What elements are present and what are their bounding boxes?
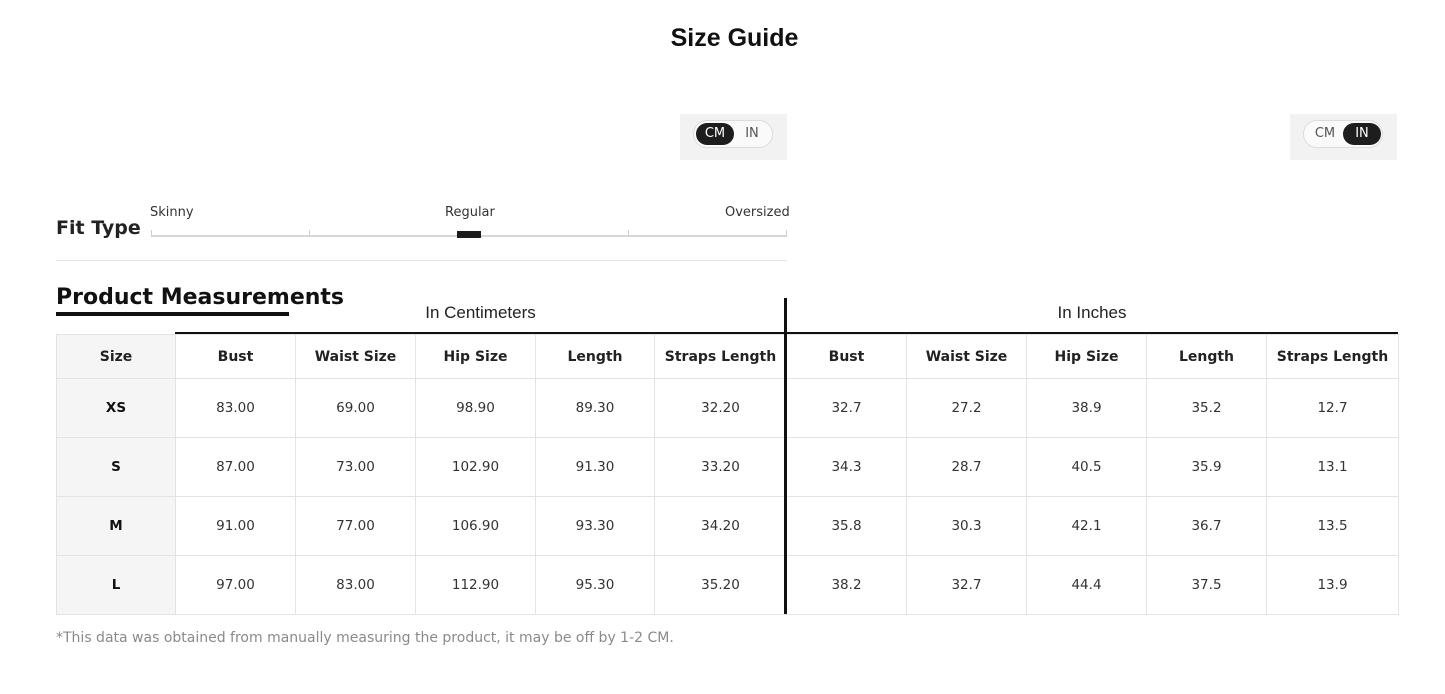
- table-cell: 73.00: [295, 437, 416, 497]
- group-label-in: In Inches: [1057, 303, 1127, 322]
- fit-type-label: Fit Type: [56, 217, 141, 239]
- table-cell: 87.00: [175, 437, 296, 497]
- table-cell: 34.20: [654, 496, 787, 556]
- table-cell: 37.5: [1146, 555, 1267, 615]
- group-label-cm: In Centimeters: [425, 303, 536, 322]
- size-cell: M: [56, 496, 176, 556]
- size-cell: L: [56, 555, 176, 615]
- fit-scale-notch: [309, 230, 310, 237]
- header-cm-hip: Hip Size: [415, 334, 536, 379]
- header-in-hip: Hip Size: [1026, 334, 1147, 379]
- header-in-straps: Straps Length: [1266, 334, 1399, 379]
- table-cell: 42.1: [1026, 496, 1147, 556]
- table-cell: 34.3: [786, 437, 907, 497]
- fit-scale-marker: [457, 231, 481, 238]
- table-cell: 102.90: [415, 437, 536, 497]
- fit-scale-notch: [786, 230, 787, 237]
- table-cell: 69.00: [295, 378, 416, 438]
- table-row: S 87.00 73.00 102.90 91.30 33.20 34.3 28…: [56, 437, 1399, 497]
- table-row: L 97.00 83.00 112.90 95.30 35.20 38.2 32…: [56, 555, 1399, 615]
- fit-scale-skinny: Skinny: [150, 205, 194, 220]
- unit-option-in[interactable]: IN: [1343, 123, 1381, 145]
- unit-toggle-pill: CM IN: [1303, 120, 1383, 148]
- table-cell: 95.30: [535, 555, 655, 615]
- divider: [56, 260, 787, 261]
- table-cell: 40.5: [1026, 437, 1147, 497]
- table-cell: 83.00: [175, 378, 296, 438]
- header-cm-waist: Waist Size: [295, 334, 416, 379]
- fit-scale-notch: [151, 230, 152, 237]
- table-cell: 32.7: [786, 378, 907, 438]
- unit-group-divider: [784, 298, 787, 614]
- unit-toggle-pill: CM IN: [693, 120, 773, 148]
- table-cell: 89.30: [535, 378, 655, 438]
- table-row: XS 83.00 69.00 98.90 89.30 32.20 32.7 27…: [56, 378, 1399, 438]
- table-cell: 13.1: [1266, 437, 1399, 497]
- table-cell: 93.30: [535, 496, 655, 556]
- table-cell: 38.2: [786, 555, 907, 615]
- table-cell: 35.9: [1146, 437, 1267, 497]
- table-cell: 27.2: [906, 378, 1027, 438]
- table-cell: 12.7: [1266, 378, 1399, 438]
- table-cell: 77.00: [295, 496, 416, 556]
- table-cell: 13.9: [1266, 555, 1399, 615]
- header-cm-length: Length: [535, 334, 655, 379]
- page-title: Size Guide: [670, 24, 799, 52]
- fit-scale-regular: Regular: [445, 205, 495, 220]
- table-header-row: Size Bust Waist Size Hip Size Length Str…: [56, 334, 1399, 379]
- header-size: Size: [56, 334, 176, 379]
- size-table: Size Bust Waist Size Hip Size Length Str…: [56, 334, 1399, 615]
- header-in-waist: Waist Size: [906, 334, 1027, 379]
- unit-toggle-right: CM IN: [1290, 114, 1397, 160]
- table-cell: 32.7: [906, 555, 1027, 615]
- size-cell: XS: [56, 378, 176, 438]
- table-cell: 35.2: [1146, 378, 1267, 438]
- unit-option-cm[interactable]: CM: [696, 123, 734, 145]
- table-cell: 91.00: [175, 496, 296, 556]
- size-cell: S: [56, 437, 176, 497]
- header-in-length: Length: [1146, 334, 1267, 379]
- table-row: M 91.00 77.00 106.90 93.30 34.20 35.8 30…: [56, 496, 1399, 556]
- header-cm-straps: Straps Length: [654, 334, 787, 379]
- table-cell: 36.7: [1146, 496, 1267, 556]
- unit-option-cm[interactable]: CM: [1306, 123, 1344, 145]
- table-cell: 83.00: [295, 555, 416, 615]
- header-in-bust: Bust: [786, 334, 907, 379]
- table-cell: 112.90: [415, 555, 536, 615]
- table-cell: 38.9: [1026, 378, 1147, 438]
- fit-scale-oversized: Oversized: [725, 205, 790, 220]
- unit-toggle-left: CM IN: [680, 114, 787, 160]
- table-cell: 35.8: [786, 496, 907, 556]
- table-cell: 35.20: [654, 555, 787, 615]
- table-cell: 91.30: [535, 437, 655, 497]
- table-cell: 30.3: [906, 496, 1027, 556]
- table-cell: 106.90: [415, 496, 536, 556]
- table-cell: 28.7: [906, 437, 1027, 497]
- table-cell: 98.90: [415, 378, 536, 438]
- table-cell: 13.5: [1266, 496, 1399, 556]
- table-cell: 33.20: [654, 437, 787, 497]
- measurement-footnote: *This data was obtained from manually me…: [56, 630, 674, 646]
- table-cell: 32.20: [654, 378, 787, 438]
- header-cm-bust: Bust: [175, 334, 296, 379]
- table-cell: 44.4: [1026, 555, 1147, 615]
- table-cell: 97.00: [175, 555, 296, 615]
- unit-option-in[interactable]: IN: [733, 123, 771, 145]
- fit-scale-notch: [628, 230, 629, 237]
